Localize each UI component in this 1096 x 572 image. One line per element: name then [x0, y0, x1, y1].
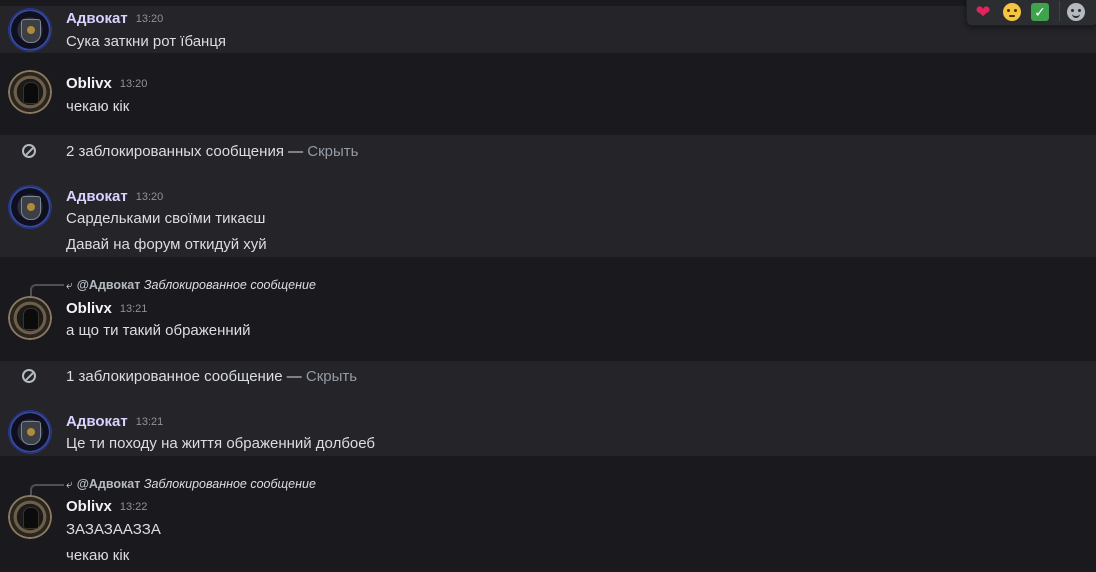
avatar[interactable] [8, 70, 52, 114]
reply-spine [30, 484, 64, 496]
author-label: Oblivx [66, 498, 112, 515]
blocked-icon [22, 369, 36, 383]
reply-mention[interactable]: @Адвокат [77, 477, 141, 491]
blocked-notice: 1 заблокированное сообщение — Скрыть [66, 368, 357, 385]
shield-emblem-icon [21, 421, 41, 445]
add-reaction-button[interactable] [1064, 1, 1088, 23]
author-name[interactable]: Oblivx 13:22 [66, 498, 147, 515]
reply-preview[interactable]: ⤶ @Адвокат Заблокированное сообщение [66, 477, 316, 492]
message-text: чекаю кік [66, 547, 130, 564]
heart-icon: ❤ [975, 1, 991, 22]
shield-emblem-icon [21, 196, 41, 220]
timestamp: 13:20 [135, 191, 164, 203]
author-name[interactable]: Адвокат 13:20 [66, 10, 163, 27]
author-label: Oblivx [66, 300, 112, 317]
message-text: чекаю кік [66, 98, 130, 115]
message-text: Це ти походу на життя ображенний долбоеб [66, 435, 376, 452]
check-reaction-button[interactable]: ✓ [1028, 1, 1052, 23]
message-row: Oblivx 13:20 чекаю кік [0, 53, 1096, 135]
message-text: Давай на форум откидуй хуй [66, 236, 267, 253]
blocked-notice: 2 заблокированных сообщения — Скрыть [66, 143, 359, 160]
timestamp: 13:20 [135, 13, 164, 25]
author-label: Адвокат [66, 413, 128, 430]
reply-text: Заблокированное сообщение [143, 278, 316, 292]
avatar[interactable] [8, 296, 52, 340]
blocked-messages-row: 2 заблокированных сообщения — Скрыть [0, 135, 1096, 170]
blocked-label: 2 заблокированных сообщения — [66, 143, 308, 160]
timestamp: 13:21 [119, 303, 148, 315]
message-row: ⤶ @Адвокат Заблокированное сообщение Obli… [0, 257, 1096, 361]
face-emoji-icon [1003, 3, 1021, 21]
figure-icon [23, 308, 39, 330]
author-name[interactable]: Адвокат 13:21 [66, 413, 163, 430]
reply-arrow-icon: ⤶ [66, 477, 73, 491]
blocked-label: 1 заблокированное сообщение — [66, 368, 306, 385]
heart-reaction-button[interactable]: ❤ [971, 1, 995, 23]
message-text: ЗАЗАЗААЗЗА [66, 521, 161, 538]
reply-spine [30, 284, 64, 296]
author-name[interactable]: Oblivx 13:21 [66, 300, 147, 317]
avatar[interactable] [8, 410, 52, 454]
hide-blocked-link[interactable]: Скрыть [307, 143, 358, 160]
blocked-icon [22, 144, 36, 158]
timestamp: 13:22 [119, 501, 148, 513]
message-row: ⤶ @Адвокат Заблокированное сообщение Obli… [0, 456, 1096, 572]
message-text: а що ти такий ображенний [66, 322, 251, 339]
check-mark-icon: ✓ [1031, 3, 1049, 21]
avatar[interactable] [8, 185, 52, 229]
reply-mention[interactable]: @Адвокат [77, 278, 141, 292]
timestamp: 13:20 [119, 78, 148, 90]
author-name[interactable]: Адвокат 13:20 [66, 188, 163, 205]
message-text: Сардельками своїми тикаєш [66, 210, 266, 227]
avatar[interactable] [8, 8, 52, 52]
author-label: Адвокат [66, 188, 128, 205]
figure-icon [23, 82, 39, 104]
author-name[interactable]: Oblivx 13:20 [66, 75, 147, 92]
shield-emblem-icon [21, 19, 41, 43]
message-actions-toolbar: ❤ ✓ [966, 0, 1096, 26]
toolbar-divider [1059, 1, 1060, 21]
add-reaction-icon [1067, 3, 1085, 21]
figure-icon [23, 507, 39, 529]
reply-arrow-icon: ⤶ [66, 278, 73, 292]
face-reaction-button[interactable] [1000, 1, 1024, 23]
hide-blocked-link[interactable]: Скрыть [306, 368, 357, 385]
message-row: Адвокат 13:21 Це ти походу на життя ображ… [0, 395, 1096, 456]
message-row: Адвокат 13:20 Сука заткни рот їбанця [0, 6, 1096, 53]
message-row: Адвокат 13:20 Сардельками своїми тикаєш Д… [0, 170, 1096, 257]
author-label: Адвокат [66, 10, 128, 27]
reply-text: Заблокированное сообщение [143, 477, 316, 491]
avatar[interactable] [8, 495, 52, 539]
timestamp: 13:21 [135, 416, 164, 428]
message-text: Сука заткни рот їбанця [66, 33, 227, 50]
reply-preview[interactable]: ⤶ @Адвокат Заблокированное сообщение [66, 278, 316, 293]
author-label: Oblivx [66, 75, 112, 92]
blocked-messages-row: 1 заблокированное сообщение — Скрыть [0, 361, 1096, 395]
